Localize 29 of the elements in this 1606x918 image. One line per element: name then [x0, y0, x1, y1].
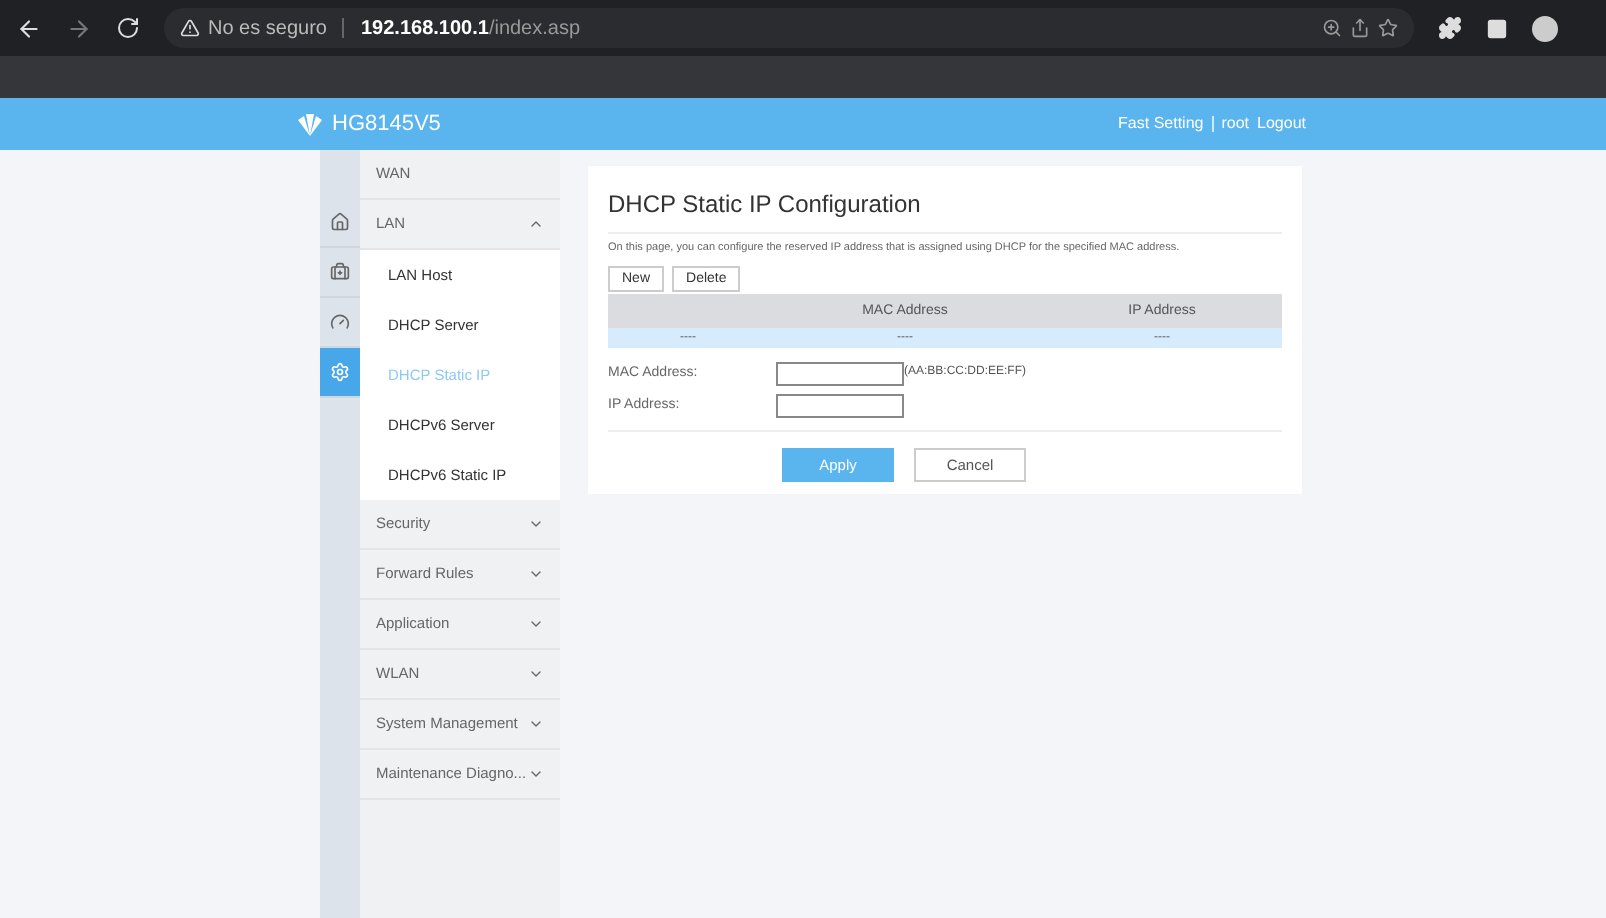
share-icon[interactable]	[1350, 18, 1370, 38]
home-icon	[330, 212, 350, 232]
reload-icon[interactable]	[116, 16, 140, 40]
gauge-icon	[330, 312, 350, 332]
chevron-down-icon	[528, 616, 544, 632]
chevron-down-icon	[528, 766, 544, 782]
gear-icon	[330, 362, 350, 382]
chevron-down-icon	[528, 516, 544, 532]
warning-icon	[180, 18, 200, 38]
chevron-down-icon	[528, 666, 544, 682]
text-field[interactable]	[776, 361, 904, 386]
toolbox-icon	[330, 262, 350, 282]
chevron-up-icon	[528, 216, 544, 232]
sidepanel-icon[interactable]	[1486, 17, 1508, 39]
page-title: DHCP Static IP Configuration	[608, 188, 923, 222]
chevron-down-icon	[528, 566, 544, 582]
star-icon[interactable]	[1378, 18, 1398, 38]
forward-icon[interactable]	[66, 15, 92, 41]
avatar-icon[interactable]	[1532, 15, 1558, 41]
security-label: No es seguro	[208, 15, 327, 43]
chevron-down-icon	[528, 716, 544, 732]
url-text: 192.168.100.1/index.asp	[360, 15, 581, 43]
address-bar[interactable]: No es seguro 192.168.100.1/index.asp	[164, 8, 1414, 48]
back-icon[interactable]	[16, 15, 42, 41]
zoom-icon[interactable]	[1322, 18, 1342, 38]
extensions-icon[interactable]	[1438, 16, 1462, 40]
logo-icon	[296, 113, 324, 135]
text-field[interactable]	[776, 393, 904, 418]
model-name: HG8145V5	[332, 109, 441, 140]
